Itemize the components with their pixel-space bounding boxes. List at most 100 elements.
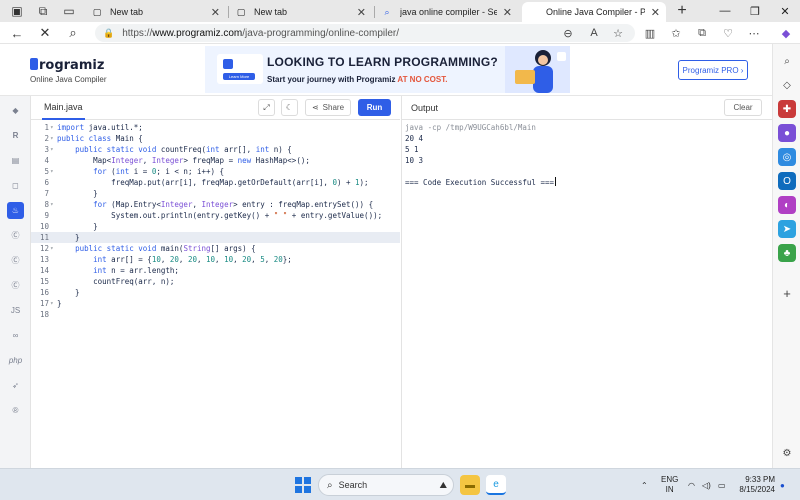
code-line[interactable]: 15 countFreq(arr, n); [31,276,400,287]
file-explorer-icon[interactable]: ▬ [460,475,480,495]
designer-icon[interactable]: ◐ [778,196,796,214]
code-line[interactable]: 13 int arr[] = {10, 20, 20, 10, 10, 20, … [31,254,400,265]
windows-start-icon[interactable] [295,477,311,493]
copilot-icon[interactable]: ◆ [776,22,796,44]
sql-icon[interactable]: ▤ [7,152,24,169]
file-tab-main[interactable]: Main.java [42,96,85,120]
send-icon[interactable]: ➤ [778,220,796,238]
games-icon[interactable]: ● [778,124,796,142]
code-line[interactable]: 2 ▾ public class Main { [31,133,400,144]
close-icon[interactable]: ✕ [651,6,660,19]
close-icon[interactable]: ✕ [357,6,366,19]
code-line[interactable]: 6 freqMap.put(arr[i], freqMap.getOrDefau… [31,177,400,188]
tray-chevron-icon[interactable]: ⌃ [641,469,648,500]
cpp-icon[interactable]: Ⓒ [7,252,24,269]
code-line[interactable]: 9 System.out.println(entry.getKey() + " … [31,210,400,221]
shopping-icon[interactable]: ◇ [778,76,796,94]
new-tab-button[interactable]: + [672,1,692,21]
code-line[interactable]: 5 ▾ for (int i = 0; i < n; i++) { [31,166,400,177]
language-indicator[interactable]: ENG IN [661,469,678,500]
java-icon[interactable]: ♨ [7,202,24,219]
code-line[interactable]: 18 [31,309,400,320]
output-panel[interactable]: java -cp /tmp/W9UGCah6bl/Main 20 4 5 1 1… [401,120,772,468]
python-icon[interactable]: ◆ [7,102,24,119]
stop-loading-button[interactable]: ✕ [34,22,56,44]
code-line[interactable]: 17 ▾} [31,298,400,309]
fold-chevron-icon[interactable]: ▾ [50,199,54,210]
collections-icon[interactable]: ⧉ [30,0,56,22]
fold-chevron-icon[interactable]: ▾ [50,298,54,309]
close-icon[interactable]: ✕ [503,6,512,19]
share-button[interactable]: ⋖ Share [305,99,351,116]
code-line[interactable]: 12 ▾ public static void main(String[] arg… [31,243,400,254]
go-icon[interactable]: ∞ [7,327,24,344]
rust-icon[interactable]: ® [7,402,24,419]
code-editor[interactable]: 1 ▾ import java.util.*; 2 ▾ public class Main… [31,120,400,468]
clear-button[interactable]: Clear [724,99,762,116]
html-icon[interactable]: ◻ [7,177,24,194]
tree-icon[interactable]: ♣ [778,244,796,262]
programiz-pro-button[interactable]: Programiz PRO › [678,60,748,80]
theme-toggle-button[interactable]: ☾ [281,99,298,116]
tools-icon[interactable]: ✚ [778,100,796,118]
fold-chevron-icon[interactable]: ▾ [50,144,54,155]
settings-icon[interactable]: ⚙ [778,444,796,462]
copilot-app-icon[interactable]: ◎ [778,148,796,166]
back-button[interactable]: ← [6,22,28,44]
tab-new-tab-2[interactable]: ▢ New tab ✕ [230,2,372,22]
browser-essentials-icon[interactable]: ♡ [718,22,738,44]
csharp-icon[interactable]: Ⓒ [7,277,24,294]
promo-banner[interactable]: Learn More LOOKING TO LEARN PROGRAMMING?… [205,46,570,93]
code-line[interactable]: 8 ▾ for (Map.Entry<Integer, Integer> entr… [31,199,400,210]
fold-chevron-icon[interactable]: ▾ [50,122,54,133]
battery-icon[interactable]: ▭ [718,469,726,500]
fullscreen-button[interactable]: ⤢ [258,99,275,116]
minimize-button[interactable]: — [710,0,740,22]
c-lang-icon[interactable]: Ⓒ [7,227,24,244]
outlook-icon[interactable]: O [778,172,796,190]
code-line[interactable]: 16 } [31,287,400,298]
fold-chevron-icon[interactable]: ▾ [50,243,54,254]
code-line[interactable]: 3 ▾ public static void countFreq(int arr[… [31,144,400,155]
programiz-logo[interactable]: rogramiz [30,58,104,73]
code-line[interactable]: 14 int n = arr.length; [31,265,400,276]
r-lang-icon[interactable]: R [7,127,24,144]
code-line[interactable]: 4 Map<Integer, Integer> freqMap = new Ha… [31,155,400,166]
zoom-icon[interactable]: ⊖ [558,22,578,44]
close-icon[interactable]: ✕ [211,6,220,19]
close-window-button[interactable]: ✕ [770,0,800,22]
tab-actions-icon[interactable]: ▭ [56,0,82,22]
more-icon[interactable]: ⋯ [744,22,764,44]
volume-icon[interactable]: ◁) [702,469,711,500]
split-screen-icon[interactable]: ▥ [640,22,660,44]
add-icon[interactable]: + [778,284,796,302]
fold-chevron-icon[interactable]: ▾ [50,133,54,144]
favorites-icon[interactable]: ✩ [666,22,686,44]
code-line[interactable]: 10 } [31,221,400,232]
url-bar[interactable]: 🔒 https://www.programiz.com/java-program… [95,24,635,42]
code-line[interactable]: 7 } [31,188,400,199]
php-icon[interactable]: php [7,352,24,369]
maximize-button[interactable]: ❐ [740,0,770,22]
tab-programiz[interactable]: Online Java Compiler - Program ✕ [522,2,666,22]
search-icon[interactable]: ⌕ [62,22,84,44]
taskbar-search[interactable]: ⌕ Search ⛰ [318,474,454,496]
tab-search[interactable]: ⌕ java online compiler - Search ✕ [376,2,518,22]
javascript-icon[interactable]: JS [7,302,24,319]
edge-icon[interactable]: e [486,475,506,495]
system-clock[interactable]: 9:33 PM 8/15/2024 [735,475,775,495]
collections-icon[interactable]: ⧉ [692,22,712,44]
read-aloud-icon[interactable]: A [584,22,604,44]
profile-icon[interactable]: ▣ [4,0,30,22]
swift-icon[interactable]: ➶ [7,377,24,394]
notifications-icon[interactable]: ● [780,469,785,500]
tab-new-tab-1[interactable]: ▢ New tab ✕ [86,2,226,22]
fold-chevron-icon[interactable]: ▾ [50,166,54,177]
run-button[interactable]: Run [358,99,391,116]
search-icon[interactable]: ⌕ [778,52,796,70]
wifi-icon[interactable]: ◠ [688,469,695,500]
line-number: 4 [44,156,49,165]
code-line[interactable]: 11 } [31,232,400,243]
code-line[interactable]: 1 ▾ import java.util.*; [31,122,400,133]
favorite-star-icon[interactable]: ☆ [608,22,628,44]
